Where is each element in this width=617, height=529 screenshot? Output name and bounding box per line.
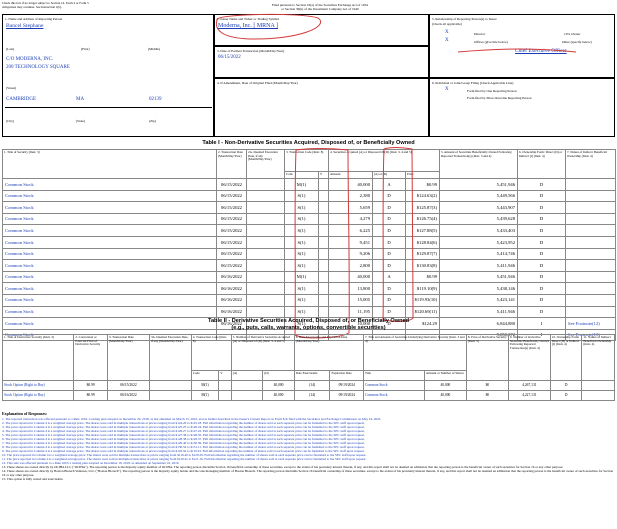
transaction-date: 06/16/2022 xyxy=(106,390,150,401)
ownership-form: D xyxy=(549,390,583,401)
code-column-mark xyxy=(294,148,350,339)
transaction-code: M(1) xyxy=(190,390,220,401)
t2-header-owned: 9. Number of derivative Securities Benef… xyxy=(507,334,551,381)
derivative-price: $0 xyxy=(465,380,509,391)
footnote-list: 1. The reported transaction was effected… xyxy=(2,417,615,481)
table2: 1. Title of Derivative Security (Instr. … xyxy=(1,334,615,401)
date-exercisable: (14) xyxy=(293,390,331,401)
table2-row: Stock Option (Right to Buy) $0.99 06/16/20… xyxy=(1,390,615,401)
derivative-price: $0 xyxy=(465,390,509,401)
t2-header-code: 4. Transaction Code (Instr. 8) xyxy=(190,334,232,371)
t2-header-nature: 11. Nature of Indirect Beneficial Owners… xyxy=(581,334,615,381)
code-v xyxy=(218,390,232,401)
footnote-line: 15. This option is fully vested and exer… xyxy=(2,477,64,482)
t2-subheader-title: Title xyxy=(363,370,425,381)
code-v xyxy=(218,380,232,391)
t2-header-deemed: 3A. Deemed Execution Date, if any (Month… xyxy=(148,334,192,381)
conversion-price: $0.99 xyxy=(73,390,108,401)
transaction-code: M(1) xyxy=(190,380,220,391)
t2-header-price: 8. Price of Derivative Security (Instr. … xyxy=(465,334,509,381)
t2-header-number: 5. Number of Derivative Securities Acqui… xyxy=(230,334,295,371)
table2-title: Table II - Derivative Securities Acquire… xyxy=(207,318,410,324)
underlying-amount: 40,000 xyxy=(423,380,467,391)
underlying-title: Common Stock xyxy=(363,380,425,391)
issuer-circle-mark xyxy=(215,13,321,40)
t2-header-exercisable: 6. Date Exercisable and Expiration Date … xyxy=(293,334,365,371)
aord-column-mark xyxy=(382,147,414,322)
t2-subheader-v: V xyxy=(218,370,232,381)
deemed-date xyxy=(148,390,192,401)
nature-of-ownership xyxy=(581,380,615,391)
expiration-date: 09/19/2024 xyxy=(329,390,365,401)
nature-of-ownership xyxy=(581,390,615,401)
t2-header-form: 10. Ownership Form: Direct (D) or Indire… xyxy=(549,334,583,381)
t2-subheader-d: (D) xyxy=(262,370,295,381)
t2-subheader-expiration: Expiration Date xyxy=(329,370,365,381)
title-underline-mark xyxy=(457,48,577,53)
table2-subtitle: (e.g., puts, calls, warrants, options, c… xyxy=(231,324,386,331)
explanation-section: Explanation of Responses: 1. The reporte… xyxy=(2,411,615,481)
derivative-title: Stock Option (Right to Buy) xyxy=(1,390,75,401)
date-exercisable: (14) xyxy=(293,380,331,391)
owned-following: 4,227,131 xyxy=(507,390,551,401)
derivative-title: Stock Option (Right to Buy) xyxy=(1,380,75,391)
owned-following: 4,267,131 xyxy=(507,380,551,391)
disposed: 40,000 xyxy=(262,380,295,391)
expiration-date: 09/19/2024 xyxy=(329,380,365,391)
deemed-date xyxy=(148,380,192,391)
table2-row: Stock Option (Right to Buy) $0.99 06/15/20… xyxy=(1,380,615,391)
footnote-line: 14. These shares are owned directly by B… xyxy=(2,469,614,478)
conversion-price: $0.99 xyxy=(73,380,108,391)
t2-header-conversion: 2. Conversion or Exercise Price of Deriv… xyxy=(73,334,108,381)
t2-header-date: 3. Transaction Date (Month/Day/Year) xyxy=(106,334,150,381)
table2-body: Stock Option (Right to Buy) $0.99 06/15/20… xyxy=(1,380,615,401)
t2-subheader-exercisable: Date Exercisable xyxy=(293,370,331,381)
acquired xyxy=(230,390,264,401)
ownership-form: D xyxy=(549,380,583,391)
acquired xyxy=(230,380,264,391)
transaction-date: 06/15/2022 xyxy=(106,380,150,391)
table2-title-block: Table II - Derivative Securities Acquire… xyxy=(2,318,615,331)
t2-subheader-a: (A) xyxy=(230,370,264,381)
underlying-amount: 40,000 xyxy=(423,390,467,401)
disposed: 40,000 xyxy=(262,390,295,401)
t2-subheader-amount: Amount or Number of Shares xyxy=(423,370,467,381)
t2-header-title: 1. Title of Derivative Security (Instr. … xyxy=(1,334,75,381)
underlying-title: Common Stock xyxy=(363,390,425,401)
t2-subheader-code: Code xyxy=(190,370,220,381)
t2-header-underlying: 7. Title and Amount of Securities Underl… xyxy=(363,334,467,371)
